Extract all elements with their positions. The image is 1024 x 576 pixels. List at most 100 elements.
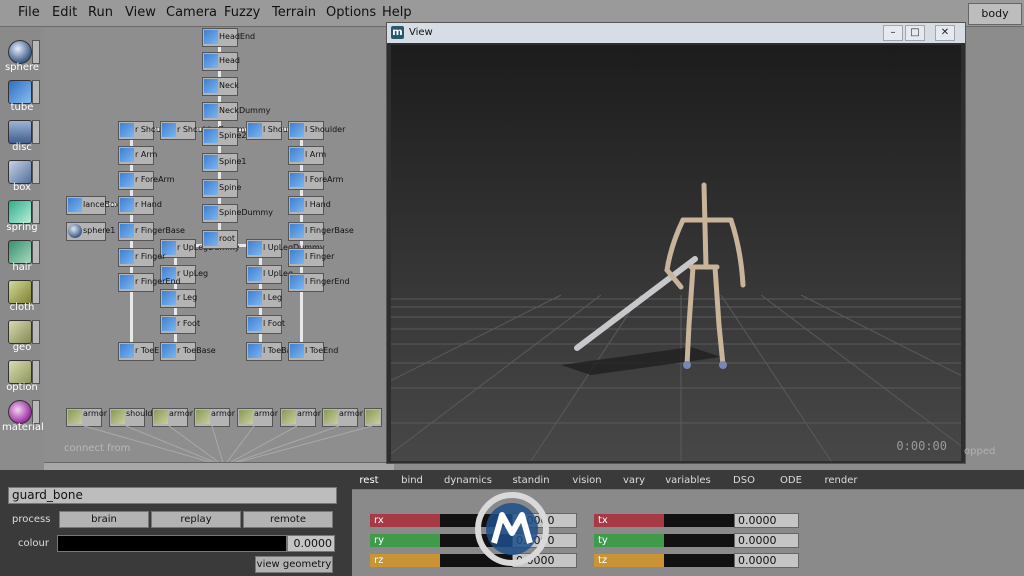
node-r-finger[interactable]: r Finger <box>118 248 165 267</box>
node-spine[interactable]: Spine <box>202 179 241 198</box>
menu-run[interactable]: Run <box>88 5 113 20</box>
maximize-button[interactable]: □ <box>905 25 925 41</box>
menu-edit[interactable]: Edit <box>52 5 77 20</box>
tool-handle[interactable] <box>32 400 40 424</box>
tz-slider[interactable] <box>664 554 734 567</box>
3d-viewport[interactable]: 0:00:00 <box>391 45 961 461</box>
node-armor[interactable]: armor <box>364 408 382 427</box>
node-root[interactable]: root <box>202 230 238 249</box>
brain-button[interactable]: brain <box>59 511 149 528</box>
tool-box[interactable]: box <box>2 156 40 196</box>
tool-handle[interactable] <box>32 80 40 104</box>
tool-handle[interactable] <box>32 280 40 304</box>
tab-ode[interactable]: ODE <box>770 473 812 489</box>
node-l-forearm[interactable]: l ForeArm <box>288 171 343 190</box>
tab-variables[interactable]: variables <box>658 473 718 489</box>
node-armor[interactable]: shoulder armor <box>109 408 187 427</box>
menu-view[interactable]: View <box>125 5 156 20</box>
tz-value[interactable]: 0.0000 <box>734 553 799 568</box>
ty-slider[interactable] <box>664 534 734 547</box>
tab-dso[interactable]: DSO <box>724 473 764 489</box>
node-r-arm[interactable]: r Arm <box>118 146 157 165</box>
tool-handle[interactable] <box>32 40 40 64</box>
close-button[interactable]: ✕ <box>935 25 955 41</box>
node-r-forearm[interactable]: r ForeArm <box>118 171 175 190</box>
node-l-fingerbase[interactable]: l FingerBase <box>288 222 354 241</box>
view-titlebar[interactable]: m View – □ ✕ <box>387 23 965 43</box>
node-r-toeend[interactable]: r ToeEnd <box>118 342 169 361</box>
tab-vary[interactable]: vary <box>616 473 652 489</box>
node-l-arm[interactable]: l Arm <box>288 146 326 165</box>
menu-options[interactable]: Options <box>326 5 376 20</box>
menu-camera[interactable]: Camera <box>166 5 217 20</box>
node-armor[interactable]: armor boot <box>194 408 256 427</box>
tx-value[interactable]: 0.0000 <box>734 513 799 528</box>
ty-value[interactable]: 0.0000 <box>734 533 799 548</box>
replay-button[interactable]: replay <box>151 511 241 528</box>
remote-button[interactable]: remote <box>243 511 333 528</box>
node-armor[interactable]: armor lance <box>66 408 131 427</box>
node-spine1[interactable]: Spine1 <box>202 153 246 172</box>
body-selector[interactable]: body <box>968 3 1022 25</box>
node-spine2[interactable]: Spine2 <box>202 127 246 146</box>
node-armor[interactable]: armor boot <box>152 408 214 427</box>
node-l-foot[interactable]: l Foot <box>246 315 285 334</box>
node-headend[interactable]: HeadEnd <box>202 28 255 47</box>
node-r-fingerend[interactable]: r FingerEnd <box>118 273 181 292</box>
node-graph[interactable]: HeadEnd Head Neck NeckDummy r Shoulder r… <box>44 28 386 468</box>
view-geometry-button[interactable]: view geometry <box>255 556 333 573</box>
node-l-shoulderdummy[interactable]: l ShoulderDu <box>246 121 315 140</box>
tool-sphere[interactable]: sphere <box>2 36 40 76</box>
node-spinedummy[interactable]: SpineDummy <box>202 204 273 223</box>
node-lancebox[interactable]: lanceBox <box>66 196 119 215</box>
node-l-uplegdummy[interactable]: l UpLegDummy <box>246 239 325 258</box>
tool-handle[interactable] <box>32 160 40 184</box>
tab-bind[interactable]: bind <box>392 473 432 489</box>
node-armor[interactable]: armor pant <box>237 408 299 427</box>
node-r-shoulder[interactable]: r Shoulder <box>118 121 176 140</box>
node-l-upleg[interactable]: l UpLeg <box>246 265 293 284</box>
colour-value[interactable]: 0.0000 <box>287 535 335 552</box>
node-l-toebase[interactable]: l ToeBase <box>246 342 301 361</box>
tool-handle[interactable] <box>32 200 40 224</box>
node-r-foot[interactable]: r Foot <box>160 315 200 334</box>
menu-fuzzy[interactable]: Fuzzy <box>224 5 260 20</box>
tab-dynamics[interactable]: dynamics <box>438 473 498 489</box>
tool-cloth[interactable]: cloth <box>2 276 40 316</box>
tx-slider[interactable] <box>664 514 734 527</box>
node-neck[interactable]: Neck <box>202 77 239 96</box>
tool-handle[interactable] <box>32 120 40 144</box>
tool-spring[interactable]: spring <box>2 196 40 236</box>
node-l-toeend[interactable]: l ToeEnd <box>288 342 338 361</box>
node-r-shoulderdummy[interactable]: r ShoulderDummy <box>160 121 250 140</box>
node-r-toebase[interactable]: r ToeBase <box>160 342 216 361</box>
node-sphere1[interactable]: sphere1 <box>66 222 115 241</box>
node-l-shoulder[interactable]: l Shoulder <box>288 121 345 140</box>
tab-rest[interactable]: rest <box>352 473 386 489</box>
menu-file[interactable]: File <box>18 5 40 20</box>
menu-terrain[interactable]: Terrain <box>272 5 316 20</box>
tool-option[interactable]: option <box>2 356 40 396</box>
node-head[interactable]: Head <box>202 52 240 71</box>
node-l-finger[interactable]: l Finger <box>288 248 334 267</box>
tool-tube[interactable]: tube <box>2 76 40 116</box>
menu-help[interactable]: Help <box>382 5 412 20</box>
colour-slider[interactable] <box>57 535 287 552</box>
node-neckdummy[interactable]: NeckDummy <box>202 102 271 121</box>
node-r-fingerbase[interactable]: r FingerBase <box>118 222 185 241</box>
tool-handle[interactable] <box>32 240 40 264</box>
tool-geo[interactable]: geo <box>2 316 40 356</box>
node-l-fingerend[interactable]: l FingerEnd <box>288 273 350 292</box>
tab-vision[interactable]: vision <box>564 473 610 489</box>
node-r-hand[interactable]: r Hand <box>118 196 162 215</box>
tab-render[interactable]: render <box>818 473 864 489</box>
tool-hair[interactable]: hair <box>2 236 40 276</box>
minimize-button[interactable]: – <box>883 25 903 41</box>
tool-handle[interactable] <box>32 360 40 384</box>
tab-standin[interactable]: standin <box>502 473 560 489</box>
node-r-leg[interactable]: r Leg <box>160 289 197 308</box>
node-l-leg[interactable]: l Leg <box>246 289 282 308</box>
node-armor[interactable]: armor arm <box>322 408 381 427</box>
tool-handle[interactable] <box>32 320 40 344</box>
node-armor[interactable]: armor arm <box>280 408 339 427</box>
